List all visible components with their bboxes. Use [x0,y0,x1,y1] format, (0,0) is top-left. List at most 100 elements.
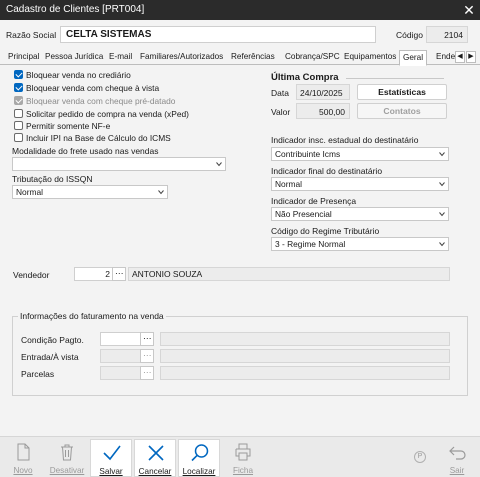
sair-button[interactable]: Sair [436,439,478,477]
novo-button[interactable]: Novo [2,439,44,477]
checkbox-bloquear-cheque-vista[interactable] [14,83,23,92]
insc-estadual-value: Contribuinte Icms [275,149,341,159]
condicao-pagto-label: Condição Pagto. [21,335,84,345]
tab-equipamentos[interactable]: Equipamentos [341,50,399,65]
entrada-label: Entrada/À vista [21,352,79,362]
codigo-field: 2104 [426,26,468,43]
tab-familiares[interactable]: Familiares/Autorizados [137,50,226,65]
vendedor-code-field[interactable]: 2 [74,267,114,281]
checkbox-label: Solicitar pedido de compra na venda (xPe… [26,109,189,119]
info-icon[interactable]: P [414,451,426,463]
divider [346,78,444,79]
sair-label: Sair [449,466,465,475]
parcelas-field [100,366,142,380]
regime-tributario-label: Código do Regime Tributário [271,226,380,236]
insc-estadual-select[interactable]: Contribuinte Icms [271,147,449,161]
issqn-label: Tributação do ISSQN [12,174,93,184]
data-value: 24/10/2025 [300,88,343,98]
razao-social-field[interactable]: CELTA SISTEMAS [60,26,376,43]
entrada-field [100,349,142,363]
indicador-final-value: Normal [275,179,302,189]
tab-scroll-left-icon[interactable]: ◀ [455,51,465,63]
localizar-button[interactable]: Localizar [178,439,220,477]
condicao-pagto-desc-field [160,332,450,346]
search-icon [191,444,209,462]
desativar-label: Desativar [49,466,85,475]
bottom-toolbar: Novo Desativar Salvar Cancelar Localizar… [0,436,480,477]
parcelas-lookup-button: … [140,366,154,380]
checkbox-incluir-ipi[interactable] [14,133,23,142]
regime-tributario-select[interactable]: 3 - Regime Normal [271,237,449,251]
ultima-compra-title: Última Compra [271,72,339,83]
condicao-pagto-field[interactable] [100,332,142,346]
localizar-label: Localizar [182,467,216,476]
entrada-lookup-button: … [140,349,154,363]
frete-select[interactable] [12,157,226,171]
tab-pessoa-juridica[interactable]: Pessoa Jurídica [42,50,106,65]
indicador-presenca-select[interactable]: Não Presencial [271,207,449,221]
tab-email[interactable]: E-mail [106,50,135,65]
parcelas-desc-field [160,366,450,380]
exit-arrow-icon [449,446,466,460]
vendedor-label: Vendedor [13,270,50,280]
indicador-presenca-value: Não Presencial [275,209,332,219]
valor-value: 500,00 [319,107,345,117]
checkmark-icon [103,445,121,461]
checkbox-label: Permitir somente NF-e [26,121,111,131]
checkbox-label: Bloquear venda com cheque pré-datado [26,96,176,106]
indicador-final-label: Indicador final do destinatário [271,166,383,176]
chevron-down-icon [439,242,445,247]
razao-social-value: CELTA SISTEMAS [66,29,152,40]
insc-estadual-label: Indicador insc. estadual do destinatário [271,135,419,145]
razao-social-label: Razão Social [6,30,57,40]
tab-geral[interactable]: Geral [399,50,428,66]
checkbox-solicitar-pedido[interactable] [14,109,23,118]
printer-icon [235,443,251,461]
close-icon [148,445,164,461]
chevron-down-icon [439,212,445,217]
data-field: 24/10/2025 [296,84,350,100]
estatisticas-button[interactable]: Estatísticas [357,84,447,100]
issqn-value: Normal [16,187,43,197]
data-label: Data [271,88,289,98]
chevron-down-icon [216,162,222,167]
contatos-button[interactable]: Contatos [357,103,447,119]
desativar-button[interactable]: Desativar [46,439,88,477]
codigo-value: 2104 [444,30,463,40]
checkbox-bloquear-crediario[interactable] [14,70,23,79]
novo-label: Novo [13,466,33,475]
new-document-icon [17,443,30,461]
close-icon[interactable]: ✕ [458,0,480,20]
ficha-button[interactable]: Ficha [222,439,264,477]
ficha-label: Ficha [232,466,254,475]
chevron-down-icon [439,152,445,157]
frete-label: Modalidade do frete usado nas vendas [12,146,159,156]
cancelar-button[interactable]: Cancelar [134,439,176,477]
checkbox-somente-nfe[interactable] [14,121,23,130]
issqn-select[interactable]: Normal [12,185,168,199]
entrada-desc-field [160,349,450,363]
tab-referencias[interactable]: Referências [228,50,278,65]
regime-tributario-value: 3 - Regime Normal [275,239,346,249]
condicao-pagto-lookup-button[interactable]: … [140,332,154,346]
chevron-down-icon [439,182,445,187]
tab-cobranca[interactable]: Cobrança/SPC [282,50,343,65]
checkbox-label: Bloquear venda com cheque à vista [26,83,160,93]
window-title: Cadastro de Clientes [PRT004] [6,4,145,15]
valor-label: Valor [271,107,291,117]
vendedor-name-field: ANTONIO SOUZA [128,267,450,281]
tab-principal[interactable]: Principal [5,50,42,65]
valor-field: 500,00 [296,103,350,119]
chevron-down-icon [158,190,164,195]
vendedor-lookup-button[interactable]: … [112,267,126,281]
indicador-final-select[interactable]: Normal [271,177,449,191]
title-bar: Cadastro de Clientes [PRT004] ✕ [0,0,480,20]
checkbox-bloquear-cheque-pre [14,96,23,105]
cancelar-label: Cancelar [138,467,172,476]
vendedor-code-value: 2 [105,269,110,279]
tab-bar: Principal Pessoa Jurídica E-mail Familia… [0,50,480,66]
checkbox-label: Bloquear venda no crediário [26,70,131,80]
tab-scroll-right-icon[interactable]: ▶ [466,51,476,63]
indicador-presenca-label: Indicador de Presença [271,196,357,206]
salvar-button[interactable]: Salvar [90,439,132,477]
